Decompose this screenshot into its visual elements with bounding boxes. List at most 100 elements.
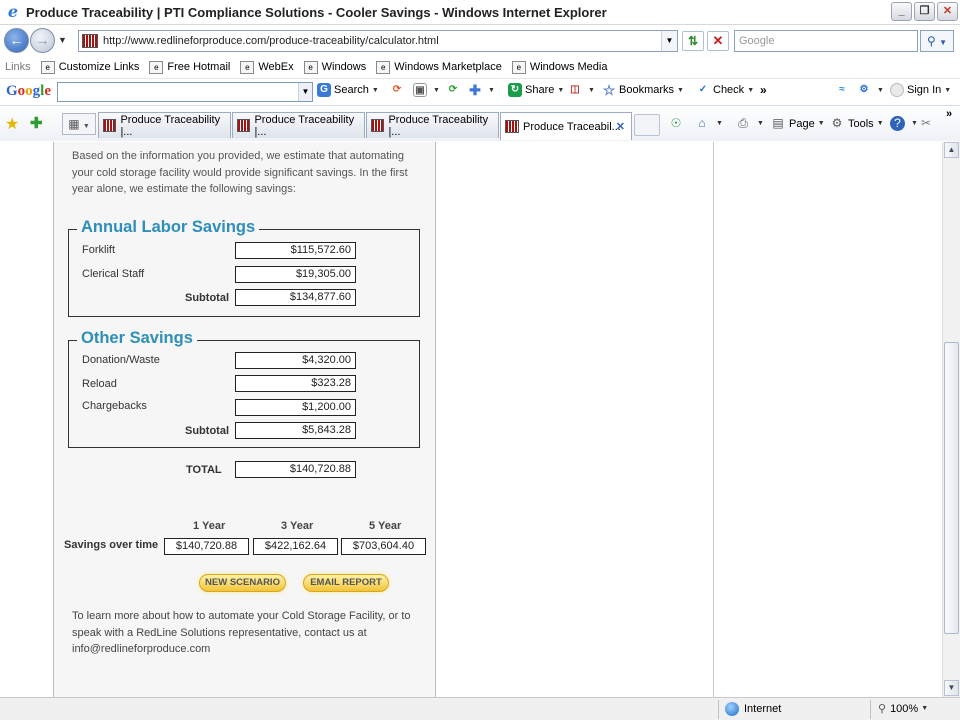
tab-3[interactable]: Produce Traceability |... [366,112,499,138]
reload-value: $323.28 [235,375,356,392]
savings-over-time-label: Savings over time [64,539,159,551]
bookmarks-button[interactable]: ☆ Bookmarks ▼ [602,83,684,97]
address-dropdown-icon[interactable]: ▼ [661,31,677,51]
swirl-icon: ⟳ [392,84,402,95]
links-label: Links [5,61,31,73]
google-page-button[interactable]: ▣ ▼ [413,83,440,97]
new-tab-button[interactable] [634,114,660,136]
security-zone[interactable]: Internet [725,702,781,716]
scroll-down-button[interactable]: ▼ [944,680,959,696]
page-icon: e [376,60,391,74]
results-intro-text: Based on the information you provided, w… [72,150,408,195]
labor-subtotal-value: $134,877.60 [235,289,356,306]
link-windows-marketplace[interactable]: e Windows Marketplace [376,60,502,74]
google-search-input[interactable]: ▼ [57,82,313,102]
chargebacks-label: Chargebacks [82,400,147,412]
help-button[interactable]: ? ▼ [890,116,918,131]
google-spell-button[interactable]: ⟳ [390,83,407,97]
vertical-scrollbar[interactable]: ▲ ▼ [942,142,960,697]
feeds-button[interactable]: ☉ [668,116,687,131]
zoom-icon: ⚲ [878,703,887,715]
minimize-button[interactable]: _ [891,2,912,21]
settings-button[interactable]: ⚙ ▼ [857,83,884,97]
page-icon: e [511,60,526,74]
share-icon: ↻ [508,83,522,97]
link-windows[interactable]: e Windows [303,60,367,74]
link-label: Windows Media [529,61,608,73]
site-favicon-icon [82,34,98,48]
back-button[interactable]: ← [4,28,29,53]
tab-4-active[interactable]: Produce Traceabil... ✕ [500,112,632,140]
google-add-button[interactable]: ✚ ▼ [468,83,495,97]
contact-text: To learn more about how to automate your… [72,610,411,655]
gear-icon: ⚙ [831,116,843,130]
donation-waste-label: Donation/Waste [82,354,160,366]
site-favicon-icon [371,119,385,132]
wifi-icon: ≈ [839,84,845,95]
tab-strip: ★ ✚ ▦ ▼ Produce Traceability |... Produc… [0,105,960,141]
zone-label: Internet [744,703,782,715]
site-favicon-icon [103,119,117,132]
link-free-hotmail[interactable]: e Free Hotmail [149,60,230,74]
link-windows-media[interactable]: e Windows Media [511,60,608,74]
wifi-button[interactable]: ≈ [835,83,852,97]
scroll-thumb[interactable] [944,342,959,634]
divider [718,700,719,719]
window-controls: _ ❐ ✕ [891,2,958,21]
new-scenario-button[interactable]: NEW SCENARIO [199,574,286,592]
tools-menu[interactable]: ⚙ Tools ▼ [829,116,884,131]
globe-icon [725,702,739,716]
scroll-up-button[interactable]: ▲ [944,142,959,158]
sign-in-button[interactable]: Sign In ▼ [890,83,951,97]
link-customize-links[interactable]: e Customize Links [40,60,139,74]
refresh-button[interactable]: ⇅ [682,31,704,51]
other-subtotal-label: Subtotal [185,425,229,437]
print-button[interactable]: ⎙ ▼ [735,116,764,131]
close-window-button[interactable]: ✕ [937,2,958,21]
favorites-star-icon[interactable]: ★ [5,114,19,134]
annual-labor-savings-heading: Annual Labor Savings [77,218,260,237]
email-report-button[interactable]: EMAIL REPORT [303,574,389,592]
chevron-down-icon[interactable]: ▼ [298,83,312,101]
add-favorite-icon[interactable]: ✚ [30,114,43,132]
status-bar: Internet ⚲ 100% ▼ [0,697,960,720]
address-url[interactable]: http://www.redlineforproduce.com/produce… [103,35,439,47]
check-button[interactable]: ✓ Check ▼ [696,83,754,97]
tab-2[interactable]: Produce Traceability |... [232,112,365,138]
site-favicon-icon [505,120,519,133]
maximize-button[interactable]: ❐ [914,2,935,21]
address-bar[interactable]: http://www.redlineforproduce.com/produce… [78,30,678,52]
total-label: TOTAL [186,464,222,476]
more-tools-button[interactable]: » [760,83,767,97]
help-icon: ? [890,116,905,131]
quick-tabs-button[interactable]: ▦ ▼ [62,113,96,135]
research-button[interactable]: ✂ [918,116,937,131]
command-overflow[interactable]: » [946,108,952,120]
total-value: $140,720.88 [235,461,356,478]
avatar [890,83,904,97]
popup-blocker-button[interactable]: ◫ ▼ [568,83,595,97]
tab-1[interactable]: Produce Traceability |... [98,112,231,138]
link-label: Windows [321,61,367,73]
google-translate-button[interactable]: ⟳ [446,83,463,97]
tab-label: Produce Traceability |... [254,113,355,138]
page-menu[interactable]: ▤ Page ▼ [770,116,824,131]
link-label: Windows Marketplace [394,61,502,73]
spellcheck-icon: ✓ [698,84,708,95]
tab-label: Produce Traceability |... [120,113,221,138]
forward-button[interactable]: → [30,28,55,53]
recent-pages-dropdown[interactable]: ▼ [58,35,67,45]
donation-waste-value: $4,320.00 [235,352,356,369]
close-tab-icon[interactable]: ✕ [616,120,625,133]
chargebacks-value: $1,200.00 [235,399,356,416]
google-search-button[interactable]: G Search ▼ [317,83,379,97]
home-button[interactable]: ⌂ ▼ [694,116,723,131]
page-icon: e [240,60,255,74]
zoom-control[interactable]: ⚲ 100% ▼ [878,702,928,716]
link-webex[interactable]: e WebEx [240,60,294,74]
share-button[interactable]: ↻ Share ▼ [508,83,564,97]
stop-button[interactable]: ✕ [707,31,729,51]
search-go-button[interactable]: ⚲ ▼ [920,30,954,52]
title-bar: e Produce Traceability | PTI Compliance … [0,0,960,25]
search-input[interactable]: Google [734,30,918,52]
